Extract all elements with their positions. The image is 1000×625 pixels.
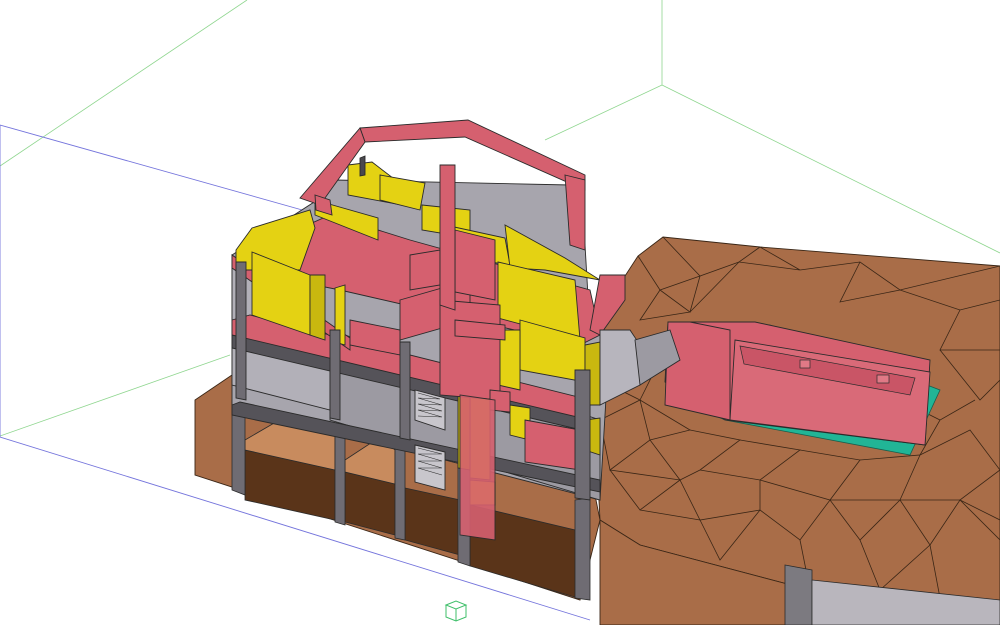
navigation-cube-icon[interactable] [444, 600, 468, 622]
3d-viewport[interactable] [0, 0, 1000, 625]
model-canvas[interactable] [0, 0, 1000, 625]
